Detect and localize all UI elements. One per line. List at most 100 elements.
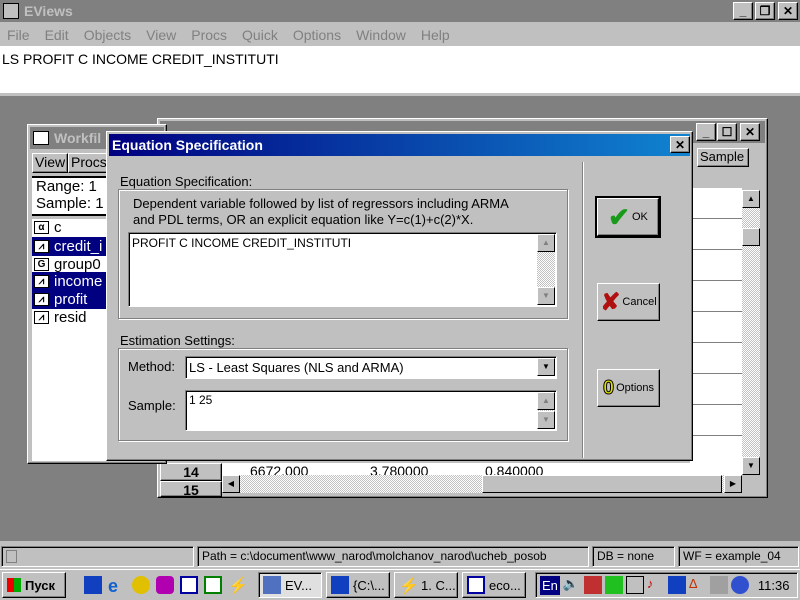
excel-icon[interactable] <box>204 576 222 594</box>
menu-objects[interactable]: Objects <box>84 27 131 43</box>
winamp-icon[interactable]: ⚡ <box>228 576 248 595</box>
scroll-up-arrow[interactable]: ▲ <box>742 190 760 208</box>
menu-edit[interactable]: Edit <box>45 27 69 43</box>
alarm-icon[interactable] <box>156 576 174 594</box>
volume-icon[interactable]: 🔈 <box>563 576 581 594</box>
method-label: Method: <box>128 359 175 374</box>
table-row <box>690 374 742 405</box>
series-icon: ⩘ <box>34 311 49 324</box>
tray-icon[interactable] <box>625 576 644 594</box>
row-header: 15 <box>160 481 222 497</box>
view-button[interactable]: View <box>32 153 68 173</box>
scroll-down-arrow[interactable]: ▼ <box>537 287 555 305</box>
status-progress <box>1 546 194 567</box>
scroll-thumb[interactable] <box>742 228 760 246</box>
minimize-button[interactable]: _ <box>733 2 753 20</box>
batman-icon[interactable] <box>132 576 150 594</box>
table-row <box>690 343 742 374</box>
tray-icon[interactable]: Δ <box>689 576 707 594</box>
menu-view[interactable]: View <box>146 27 176 43</box>
ok-button[interactable]: ✔ OK <box>595 196 661 238</box>
scroll-down-arrow[interactable]: ▼ <box>742 457 760 475</box>
ie-icon[interactable]: e <box>108 576 126 596</box>
start-button[interactable]: Пуск <box>2 572 66 598</box>
options-button[interactable]: 0 Options <box>597 369 660 407</box>
sheet-close-button[interactable]: ✕ <box>740 123 760 141</box>
series-icon: ⩘ <box>34 240 49 253</box>
eviews-launch-icon[interactable] <box>84 576 102 594</box>
scroll-right-arrow[interactable]: ▶ <box>724 475 742 493</box>
workfile-item-resid[interactable]: ⩘ resid <box>32 308 107 327</box>
dialog-close-button[interactable]: ✕ <box>670 136 690 153</box>
sample-scrollbar[interactable]: ▲ ▼ <box>537 392 555 429</box>
item-label: credit_i <box>54 238 103 255</box>
menu-help[interactable]: Help <box>421 27 450 43</box>
word-launch-icon[interactable] <box>180 576 198 594</box>
sheet-vscrollbar[interactable]: ▲ ▼ <box>742 190 760 475</box>
app-icon <box>3 3 19 19</box>
chevron-down-icon[interactable]: ▼ <box>537 358 555 376</box>
method-select[interactable]: LS - Least Squares (NLS and ARMA) ▼ <box>185 356 557 379</box>
menu-window[interactable]: Window <box>356 27 406 43</box>
scroll-left-arrow[interactable]: ◀ <box>222 475 240 493</box>
workfile-icon <box>33 131 49 145</box>
workfile-item-c[interactable]: αc <box>32 218 107 237</box>
hscroll-thumb[interactable] <box>482 475 722 493</box>
sample-button[interactable]: Sample <box>697 148 749 167</box>
language-indicator[interactable]: En <box>540 575 560 595</box>
status-db: DB = none <box>592 546 675 567</box>
scroll-up-arrow[interactable]: ▲ <box>537 234 555 252</box>
restore-button[interactable]: ❐ <box>755 2 775 20</box>
task-label: eco... <box>489 577 521 593</box>
cancel-button[interactable]: ✘ Cancel <box>597 283 660 321</box>
menu-options[interactable]: Options <box>293 27 341 43</box>
item-label: group0 <box>54 256 101 273</box>
workfile-item-profit[interactable]: ⩘ profit <box>32 290 107 309</box>
sheet-hscrollbar[interactable]: ◀ ▶ <box>222 475 742 493</box>
scroll-up-arrow[interactable]: ▲ <box>537 392 555 410</box>
workfile-item-income[interactable]: ⩘ income <box>32 272 107 291</box>
close-button[interactable]: ✕ <box>778 2 798 20</box>
task-word[interactable]: eco... <box>462 572 526 598</box>
checkmark-icon: ✔ <box>608 201 630 232</box>
dialog-titlebar: Equation Specification ✕ <box>109 134 690 156</box>
workfile-item-credit[interactable]: ⩘ credit_i <box>32 237 107 256</box>
dialog-title: Equation Specification <box>112 137 263 153</box>
equation-input[interactable]: PROFIT C INCOME CREDIT_INSTITUTI ▲ ▼ <box>128 232 557 307</box>
row-header: 14 <box>160 463 222 481</box>
x-icon: ✘ <box>600 288 621 316</box>
equation-scrollbar[interactable]: ▲ ▼ <box>537 234 555 305</box>
menu-procs[interactable]: Procs <box>191 27 227 43</box>
sheet-minimize-button[interactable]: _ <box>696 123 716 141</box>
menu-quick[interactable]: Quick <box>242 27 278 43</box>
task-label: 1. C... <box>421 577 456 593</box>
sample-input[interactable]: 1 25 ▲ ▼ <box>185 390 557 431</box>
task-explorer[interactable]: {C:\... <box>326 572 390 598</box>
keyboard-icon[interactable] <box>604 576 623 594</box>
menu-bar: File Edit Objects View Procs Quick Options Wind… <box>0 22 800 46</box>
printer-icon[interactable] <box>709 576 728 594</box>
method-value: LS - Least Squares (NLS and ARMA) <box>189 360 404 375</box>
group-icon: G <box>34 258 49 271</box>
table-row <box>690 250 742 281</box>
eviews-icon <box>263 576 281 594</box>
series-icon: ⩘ <box>34 275 49 288</box>
series-icon: ⩘ <box>34 293 49 306</box>
spec-group-label: Equation Specification: <box>120 174 253 189</box>
globe-icon[interactable] <box>730 576 749 594</box>
task-winamp[interactable]: ⚡ 1. C... <box>394 572 458 598</box>
monitor-icon[interactable] <box>583 576 602 594</box>
sheet-maximize-button[interactable]: ☐ <box>717 123 737 141</box>
task-eviews[interactable]: EV... <box>258 572 322 598</box>
item-label: resid <box>54 309 87 326</box>
norton-icon[interactable] <box>667 576 686 594</box>
options-icon: 0 <box>602 376 615 399</box>
scroll-down-arrow[interactable]: ▼ <box>537 411 555 429</box>
table-row <box>690 219 742 250</box>
sample-value: 1 25 <box>189 393 213 407</box>
tray-icon[interactable]: ♪ <box>647 576 665 594</box>
item-label: c <box>54 219 62 236</box>
folder-icon <box>331 576 349 594</box>
command-window[interactable]: LS PROFIT C INCOME CREDIT_INSTITUTI <box>0 46 800 96</box>
menu-file[interactable]: File <box>7 27 30 43</box>
